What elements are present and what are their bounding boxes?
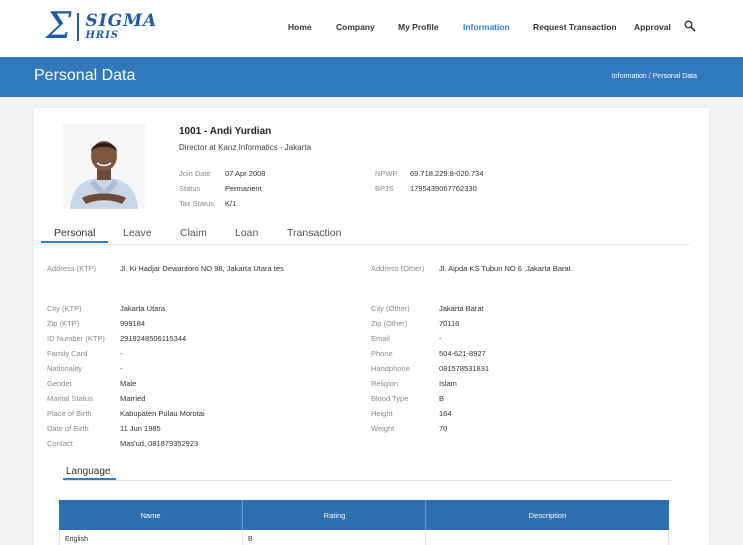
email-label: Email [371, 334, 390, 343]
date-of-birth-value: 11 Jun 1985 [120, 424, 161, 433]
search-icon[interactable] [684, 20, 696, 32]
nav-my-profile[interactable]: My Profile [398, 22, 439, 32]
language-name-cell: English [65, 536, 88, 543]
marital-status-value: Married [120, 394, 146, 403]
city-other-value: Jakarta Barat [439, 304, 484, 313]
city-ktp-label: City (KTP) [47, 304, 82, 313]
tab-loan[interactable]: Loan [235, 227, 258, 239]
join-date-label: Join Date [179, 169, 211, 178]
family-card-label: Family Card [47, 349, 88, 358]
blood-type-value: B [439, 394, 445, 403]
email-value: - [439, 334, 442, 343]
column-header-rating[interactable]: Rating [243, 511, 426, 520]
address-other-value: Jl. Aipda KS Tubun NO 6 ,Jakarta Barat [439, 264, 571, 273]
nationality-value: - [120, 364, 123, 373]
zip-other-label: Zip (Other) [371, 319, 408, 328]
city-other-label: City (Other) [371, 304, 410, 313]
religion-label: Religion [371, 379, 399, 388]
marital-status-label: Marital Status [47, 394, 93, 403]
religion-value: Islam [439, 379, 457, 388]
place-of-birth-label: Place of Birth [47, 409, 92, 418]
address-ktp-label: Address (KTP) [47, 264, 97, 273]
tax-status-value: K/1 [225, 199, 237, 208]
phone-value: 504-621-8927 [439, 349, 486, 358]
weight-value: 70 [439, 424, 448, 433]
zip-ktp-label: Zip (KTP) [47, 319, 80, 328]
id-number-value: 2919248506115344 [120, 334, 187, 343]
height-label: Height [371, 409, 393, 418]
column-header-name[interactable]: Name [59, 511, 242, 520]
family-card-value: - [120, 349, 123, 358]
gender-label: Gender [47, 379, 73, 388]
language-rating-cell: B [248, 536, 253, 543]
tab-divider [41, 244, 690, 245]
sigma-hris-logo[interactable]: Σ SIGMA HRIS [46, 9, 157, 45]
npwp-label: NPWP [375, 169, 398, 178]
language-table-header: Name Rating Description [59, 500, 669, 530]
bpjs-value: 1795439067762330 [410, 184, 477, 193]
top-nav-bar: Σ SIGMA HRIS Home Company My Profile Inf… [0, 0, 743, 57]
table-row[interactable] [59, 530, 669, 545]
phone-label: Phone [371, 349, 393, 358]
nav-company[interactable]: Company [336, 22, 375, 32]
handphone-value: 081578531831 [439, 364, 490, 373]
cell-separator [425, 530, 426, 545]
column-header-description[interactable]: Description [426, 511, 669, 520]
language-divider [63, 480, 672, 481]
sigma-logo-symbol: Σ [46, 6, 72, 47]
tab-claim[interactable]: Claim [180, 227, 207, 239]
contact-label: Contact [47, 439, 73, 448]
language-active-indicator [63, 478, 116, 480]
blood-type-label: Blood Type [371, 394, 409, 403]
tab-personal[interactable]: Personal [54, 227, 95, 239]
join-date-value: 07 Apr 2008 [225, 169, 266, 178]
cell-separator [242, 530, 243, 545]
address-other-label: Address (Other) [371, 264, 425, 273]
contact-value: Mas'ud, 081879352923 [120, 439, 199, 448]
place-of-birth-value: Kabupaten Pulau Morotai [120, 409, 205, 418]
tab-leave[interactable]: Leave [123, 227, 152, 239]
id-number-label: ID Number (KTP) [47, 334, 105, 343]
bpjs-label: BPJS [375, 184, 394, 193]
zip-other-value: 70116 [439, 319, 460, 328]
page-header-banner: Personal Data Information / Personal Dat… [0, 57, 743, 97]
logo-sub: HRIS [85, 30, 120, 41]
employee-photo [62, 124, 146, 209]
height-value: 164 [439, 409, 452, 418]
address-ktp-value: Jl. Ki Hadjar Dewantoro NO 98, Jakarta U… [120, 264, 284, 273]
logo-name: SIGMA [85, 11, 158, 31]
nav-information[interactable]: Information [463, 22, 510, 32]
status-value: Permanent [225, 184, 262, 193]
nationality-label: Nationality [47, 364, 83, 373]
breadcrumb[interactable]: Information / Personal Data [612, 73, 697, 80]
nav-approval[interactable]: Approval [634, 22, 671, 32]
npwp-value: 69.718.229.8-020.734 [410, 169, 484, 178]
date-of-birth-label: Date of Birth [47, 424, 89, 433]
nav-home[interactable]: Home [288, 22, 312, 32]
tax-status-label: Tax Status [179, 199, 215, 208]
avatar [62, 124, 146, 209]
gender-value: Male [120, 379, 137, 388]
zip-ktp-value: 999184 [120, 319, 146, 328]
weight-label: Weight [371, 424, 395, 433]
page-title: Personal Data [34, 67, 136, 84]
tab-transaction[interactable]: Transaction [287, 227, 341, 239]
logo-text: SIGMA HRIS [77, 13, 157, 41]
status-label: Status [179, 184, 201, 193]
employee-name: 1001 - Andi Yurdian [179, 126, 272, 137]
handphone-label: Handphone [371, 364, 410, 373]
employee-position: Director at Kanz Informatics - Jakarta [179, 143, 312, 152]
tab-active-indicator [41, 241, 108, 243]
city-ktp-value: Jakarta Utara [120, 304, 166, 313]
nav-request-transaction[interactable]: Request Transaction [533, 22, 617, 32]
language-section-title[interactable]: Language [66, 466, 111, 477]
